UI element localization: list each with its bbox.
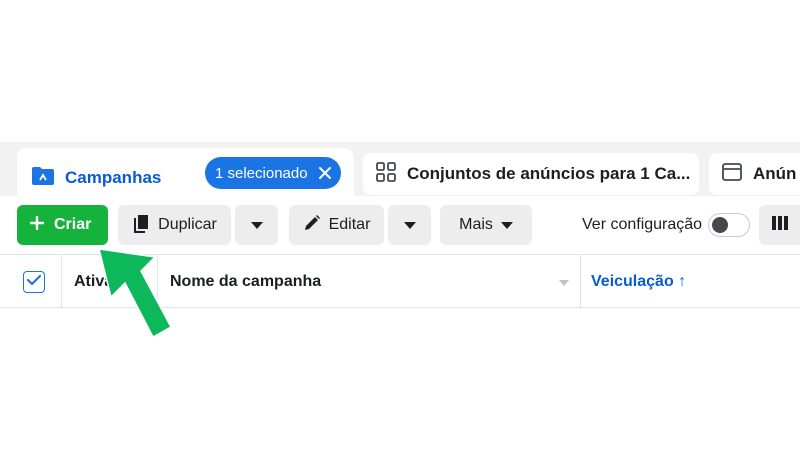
select-all-checkbox[interactable] (23, 271, 45, 293)
folder-icon (31, 166, 55, 191)
chevron-down-icon (250, 221, 263, 229)
more-button[interactable]: Mais (440, 205, 532, 245)
tab-ads[interactable]: Anún (709, 153, 800, 195)
chevron-down-icon (500, 221, 513, 229)
toggle-knob (712, 217, 728, 233)
view-settings-label: Ver configuração (582, 216, 703, 233)
selected-count-label: 1 selecionado (215, 164, 308, 182)
column-header-campaign-name[interactable]: Nome da campanha (170, 273, 321, 291)
more-button-label: Mais (459, 216, 493, 233)
tab-adsets[interactable]: Conjuntos de anúncios para 1 Ca... (363, 153, 699, 195)
duplicate-button-label: Duplicar (158, 216, 217, 233)
tab-ads-label: Anún (753, 164, 797, 183)
ad-window-icon (721, 161, 743, 188)
grid-icon (375, 161, 397, 188)
columns-button[interactable] (759, 205, 800, 245)
edit-dropdown-button[interactable] (388, 205, 431, 245)
clear-selection-icon[interactable] (318, 164, 332, 182)
chevron-down-icon (403, 221, 416, 229)
duplicate-button[interactable]: Duplicar (118, 205, 231, 245)
column-divider (61, 255, 62, 309)
pencil-icon (303, 214, 321, 237)
column-header-delivery[interactable]: Veiculação ↑ (591, 273, 686, 291)
duplicate-icon (132, 213, 150, 238)
chevron-down-icon[interactable] (559, 280, 569, 286)
create-button-label: Criar (54, 216, 92, 233)
edit-button-label: Editar (328, 216, 371, 233)
columns-icon (771, 215, 789, 236)
column-divider (580, 255, 581, 309)
plus-icon (29, 215, 45, 235)
tab-adsets-label: Conjuntos de anúncios para 1 Ca... (407, 164, 691, 183)
create-button[interactable]: Criar (17, 205, 108, 245)
view-settings-toggle[interactable] (708, 213, 750, 237)
duplicate-dropdown-button[interactable] (235, 205, 278, 245)
edit-button[interactable]: Editar (289, 205, 384, 245)
pointer-arrow-icon (98, 248, 173, 339)
checkmark-icon (26, 273, 42, 291)
selected-count-chip[interactable]: 1 selecionado (205, 157, 341, 189)
tab-campaigns-label: Campanhas (65, 168, 162, 187)
